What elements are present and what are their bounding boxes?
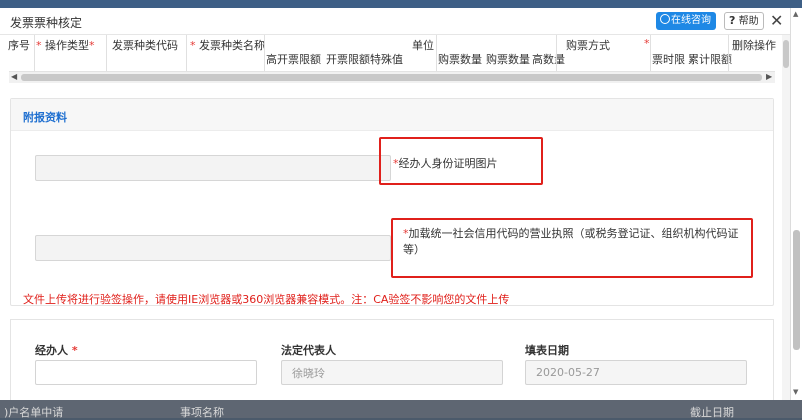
attachments-panel: 附报资料 *经办人身份证明图片 *加载统一社会信用代码的营业执照（或税务登记证、… <box>10 98 774 306</box>
online-consult-label: 在线咨询 <box>671 15 711 26</box>
column-divider <box>264 35 265 75</box>
fill-date-label: 填表日期 <box>525 344 569 357</box>
attachments-panel-header: 附报资料 <box>11 99 773 131</box>
subcol-purchase-qty-2: 购票数量 <box>486 53 530 66</box>
column-divider <box>186 35 187 75</box>
question-icon: ? <box>729 14 736 27</box>
table-horizontal-scrollbar[interactable]: ◀ ▶ <box>9 71 775 83</box>
col-purchase-method: 购票方式 <box>566 39 610 52</box>
agent-input[interactable] <box>35 360 257 385</box>
scroll-right-icon[interactable]: ▶ <box>766 72 772 81</box>
column-divider <box>436 35 437 75</box>
attachments-section-title: 附报资料 <box>23 111 67 124</box>
legal-rep-input[interactable] <box>281 360 503 385</box>
page-vertical-scrollbar[interactable]: ▲ ▼ <box>790 8 802 400</box>
headset-icon <box>660 14 670 24</box>
close-icon[interactable]: ✕ <box>770 11 783 30</box>
column-divider <box>728 35 729 75</box>
column-divider <box>106 35 107 75</box>
col-required-mark: * <box>644 37 650 50</box>
legal-rep-label: 法定代表人 <box>281 344 336 357</box>
col-invoice-name: * 发票种类名称 <box>190 39 265 52</box>
subcol-max-qty: 高数量 <box>532 53 565 66</box>
background-list-strip: )户名单中请 事项名称 截止日期 <box>0 400 802 419</box>
dialog-title: 发票票种核定 <box>10 16 83 30</box>
applicant-form: 经办人 * 法定代表人 填表日期 <box>10 319 774 400</box>
scrollbar-thumb[interactable] <box>793 230 800 350</box>
online-consult-button[interactable]: 在线咨询 <box>656 12 716 30</box>
fill-date-input[interactable] <box>525 360 747 385</box>
agent-label: 经办人 * <box>35 344 78 357</box>
help-button[interactable]: ? 帮助 <box>724 12 764 30</box>
id-photo-label: *经办人身份证明图片 <box>393 157 498 170</box>
invoice-type-dialog: 发票票种核定 在线咨询 ? 帮助 ✕ 序号 * 操作类型* 发票种类代码 * 发… <box>0 8 790 400</box>
upload-notice: 文件上传将进行验签操作，请使用IE浏览器或360浏览器兼容模式。注：CA验签不影… <box>23 293 510 306</box>
subcol-time-limit: 票时限 <box>652 53 685 66</box>
scrollbar-thumb[interactable] <box>783 40 789 68</box>
subcol-cumulative-limit: 累计限额 <box>688 53 732 66</box>
invoice-table-header: 序号 * 操作类型* 发票种类代码 * 发票种类名称 单位 购票方式 * 删除操… <box>0 35 782 75</box>
id-photo-upload-field[interactable] <box>35 155 391 181</box>
col-unit: 单位 <box>412 39 434 52</box>
subcol-special-value: 开票限额特殊值 <box>326 53 403 66</box>
subcol-purchase-qty-1: 购票数量 <box>438 53 482 66</box>
col-delete: 删除操作 <box>732 39 776 52</box>
dialog-header: 发票票种核定 在线咨询 ? 帮助 ✕ <box>0 8 790 35</box>
col-invoice-code: 发票种类代码 <box>112 39 178 52</box>
column-divider <box>34 35 35 75</box>
subcol-max-amount: 高开票限额 <box>266 53 321 66</box>
col-operation-type: * 操作类型* <box>36 39 95 52</box>
scrollbar-thumb[interactable] <box>21 74 762 81</box>
help-label: 帮助 <box>738 16 759 27</box>
scroll-left-icon[interactable]: ◀ <box>11 72 17 81</box>
dialog-vertical-scrollbar[interactable] <box>782 35 790 400</box>
column-divider <box>556 35 557 75</box>
business-license-label: *加载统一社会信用代码的营业执照（或税务登记证、组织机构代码证等） <box>403 227 739 256</box>
col-index: 序号 <box>8 39 30 52</box>
business-license-upload-field[interactable] <box>35 235 391 261</box>
background-header-strip <box>0 0 802 8</box>
scroll-down-icon[interactable]: ▼ <box>793 388 798 396</box>
column-divider <box>650 35 651 75</box>
scroll-up-icon[interactable]: ▲ <box>793 10 798 18</box>
